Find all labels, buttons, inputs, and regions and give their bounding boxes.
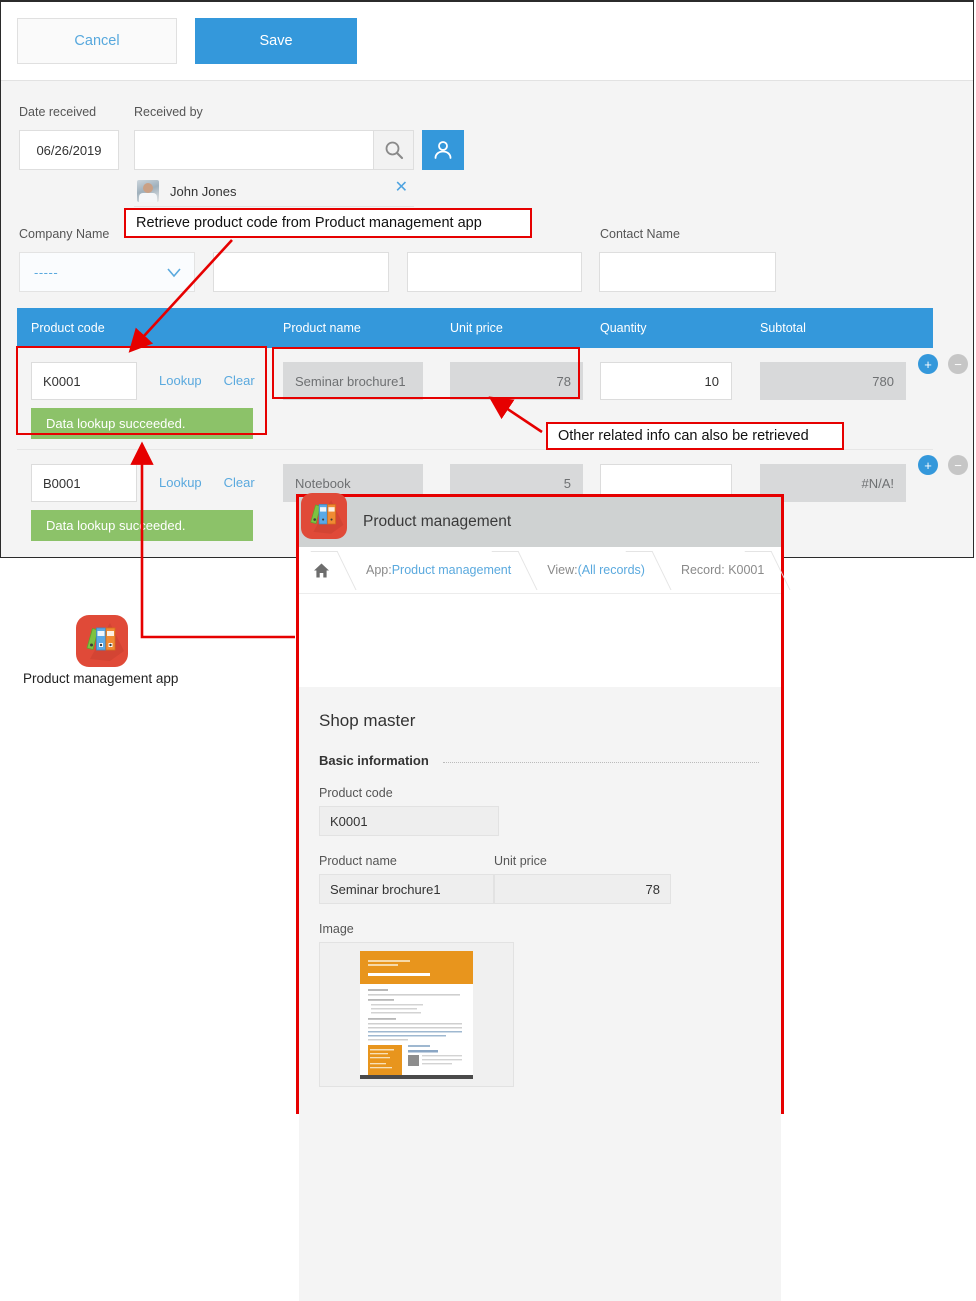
panel-product-code-value: K0001 — [319, 806, 499, 836]
subtotal-value: 780 — [760, 362, 906, 400]
date-received-input[interactable]: 06/26/2019 — [19, 130, 119, 170]
breadcrumb: App: Product management View: (All recor… — [299, 547, 781, 594]
company-extra-field-1[interactable] — [213, 252, 389, 292]
selected-user-name: John Jones — [170, 183, 237, 199]
clear-button[interactable]: Clear — [224, 475, 255, 490]
user-picker-icon[interactable] — [422, 130, 464, 170]
add-row-button[interactable]: + — [918, 354, 938, 374]
panel-product-name-value: Seminar brochure1 — [319, 874, 494, 904]
product-code-input[interactable]: K0001 — [31, 362, 137, 400]
selected-user-row: John Jones ✕ — [134, 176, 414, 207]
panel-image-thumbnail — [360, 950, 473, 1079]
unit-price-value: 78 — [450, 362, 583, 400]
breadcrumb-home[interactable] — [299, 547, 346, 593]
close-icon[interactable]: ✕ — [395, 180, 408, 196]
subsection-title: Basic information — [319, 753, 429, 768]
cancel-button[interactable]: Cancel — [17, 18, 177, 64]
annotation-retrieve-note: Retrieve product code from Product manag… — [124, 208, 532, 238]
annotation-related-note: Other related info can also be retrieved — [546, 422, 844, 450]
avatar — [137, 180, 159, 202]
form-toolbar: Cancel Save — [1, 2, 973, 81]
save-button[interactable]: Save — [195, 18, 357, 64]
breadcrumb-app-name: Product management — [391, 563, 512, 577]
product-record-body: Shop master Basic information Product co… — [299, 687, 781, 1301]
lookup-status-message: Data lookup succeeded. — [31, 408, 253, 439]
company-name-label: Company Name — [19, 227, 110, 241]
product-name-value: Seminar brochure1 — [283, 362, 423, 400]
contact-name-label: Contact Name — [600, 227, 680, 241]
breadcrumb-view[interactable]: View: (All records) — [527, 547, 661, 593]
breadcrumb-app[interactable]: App: Product management — [346, 547, 527, 593]
clear-button[interactable]: Clear — [224, 373, 255, 388]
row-controls: + − — [918, 354, 968, 374]
remove-row-button[interactable]: − — [948, 455, 968, 475]
row-controls: + − — [918, 455, 968, 475]
panel-image-label: Image — [319, 922, 354, 936]
remove-row-button[interactable]: − — [948, 354, 968, 374]
company-name-value: ----- — [34, 264, 59, 280]
company-name-select[interactable]: ----- — [19, 252, 195, 292]
column-header-unit-price: Unit price — [450, 321, 503, 335]
cell-product-code: K0001 Lookup Clear Data lookup succeeded… — [17, 348, 269, 449]
product-management-title: Product management — [363, 513, 512, 530]
annotation-retrieve-text: Retrieve product code from Product manag… — [136, 215, 482, 231]
received-by-label: Received by — [134, 105, 203, 119]
product-management-header: Product management — [299, 493, 781, 547]
product-code-input[interactable]: B0001 — [31, 464, 137, 502]
column-header-quantity: Quantity — [600, 321, 647, 335]
breadcrumb-view-prefix: View: — [547, 563, 578, 577]
breadcrumb-view-name: (All records) — [577, 563, 645, 577]
product-management-app-icon[interactable] — [76, 615, 128, 667]
column-header-subtotal: Subtotal — [760, 321, 806, 335]
subsection-header: Basic information — [319, 753, 781, 768]
breadcrumb-record-label: Record: K0001 — [680, 563, 765, 577]
cell-product-code: B0001 Lookup Clear Data lookup succeeded… — [17, 450, 269, 551]
panel-unit-price-value: 78 — [494, 874, 671, 904]
record-form-window: Cancel Save Date received 06/26/2019 Rec… — [0, 0, 974, 558]
lookup-status-message: Data lookup succeeded. — [31, 510, 253, 541]
company-extra-field-2[interactable] — [407, 252, 582, 292]
section-title: Shop master — [319, 711, 416, 730]
search-icon[interactable] — [374, 130, 414, 170]
add-row-button[interactable]: + — [918, 455, 938, 475]
date-received-label: Date received — [19, 105, 97, 119]
annotation-related-text: Other related info can also be retrieved — [558, 428, 809, 444]
cancel-button-label: Cancel — [74, 33, 120, 49]
cell-product-name: Seminar brochure1 — [269, 348, 436, 449]
column-header-product-code: Product code — [31, 321, 105, 335]
panel-image-thumbnail-frame[interactable] — [319, 942, 514, 1087]
product-management-panel: Product management App: Product manageme… — [296, 493, 784, 1301]
table-header-row: Product code Product name Unit price Qua… — [17, 308, 933, 348]
chevron-down-icon — [166, 266, 182, 284]
lookup-button[interactable]: Lookup — [159, 475, 202, 490]
product-management-app-icon — [301, 493, 347, 539]
desktop-app-label: Product management app — [23, 671, 179, 686]
panel-unit-price-label: Unit price — [494, 854, 547, 868]
breadcrumb-app-prefix: App: — [366, 563, 392, 577]
contact-name-input[interactable] — [599, 252, 776, 292]
received-by-input[interactable] — [134, 130, 374, 170]
lookup-button[interactable]: Lookup — [159, 373, 202, 388]
save-button-label: Save — [259, 33, 293, 49]
home-icon — [314, 563, 329, 577]
panel-product-code-label: Product code — [319, 786, 393, 800]
panel-product-name-label: Product name — [319, 854, 397, 868]
divider — [442, 761, 759, 763]
quantity-input[interactable]: 10 — [600, 362, 732, 400]
column-header-product-name: Product name — [283, 321, 361, 335]
breadcrumb-record: Record: K0001 — [661, 547, 780, 593]
panel-spacer — [299, 594, 781, 687]
